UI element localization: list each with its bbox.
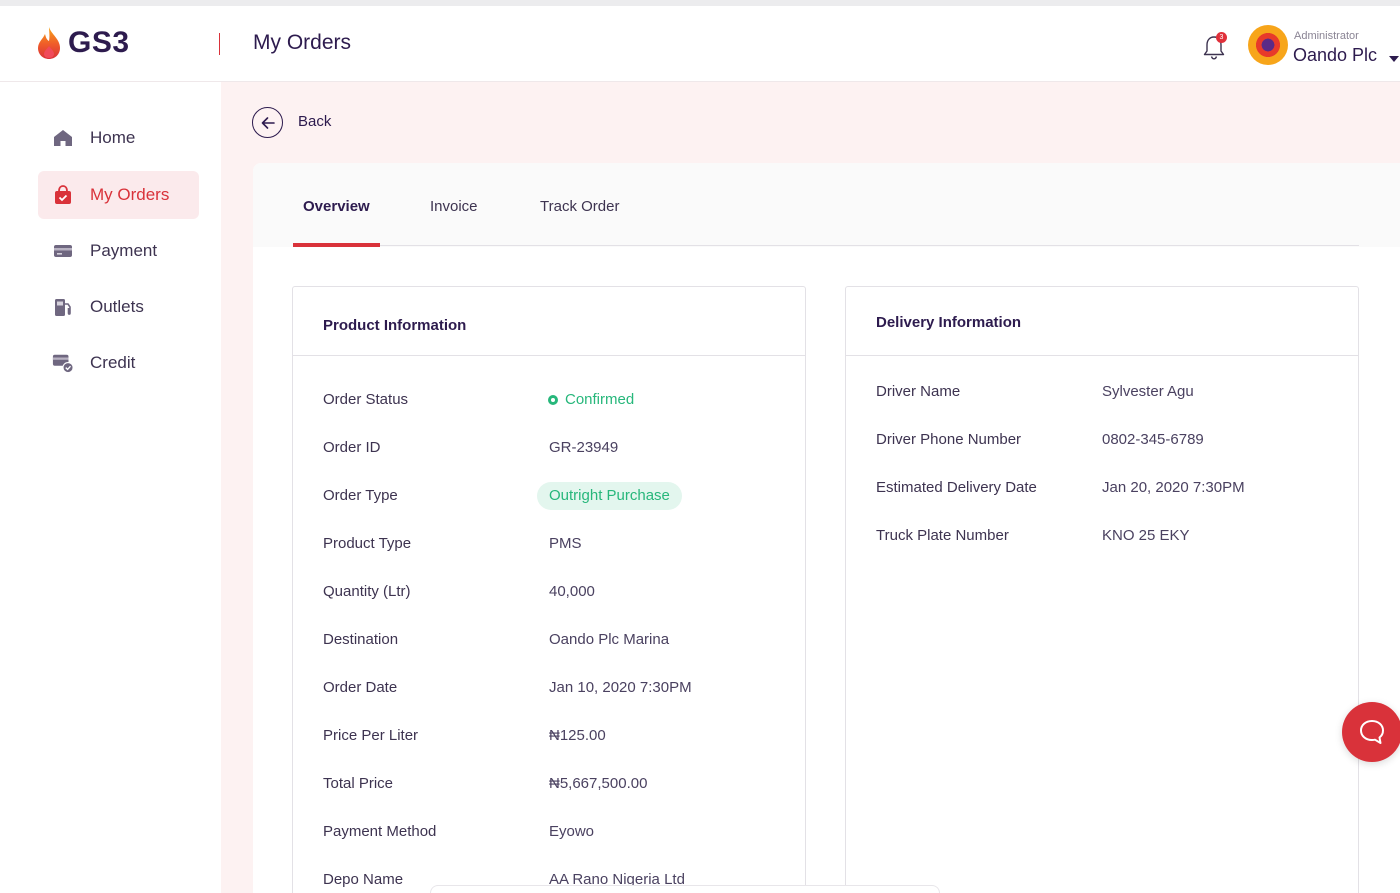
status-badge: Confirmed: [548, 391, 634, 408]
driver-name-value: Sylvester Agu: [1102, 383, 1194, 400]
chevron-down-icon[interactable]: [1389, 56, 1399, 62]
sidebar-item-home[interactable]: Home: [38, 114, 199, 162]
panel-header: Product Information: [293, 287, 805, 356]
credit-card-icon: [52, 240, 74, 262]
sidebar-item-label: My Orders: [90, 185, 170, 204]
panel-title: Product Information: [323, 317, 467, 334]
user-role: Administrator: [1294, 30, 1359, 42]
fuel-pump-icon: [52, 296, 74, 318]
tab-invoice[interactable]: Invoice: [430, 198, 478, 215]
sidebar-item-credit[interactable]: Credit: [38, 339, 199, 387]
page-title: My Orders: [253, 31, 352, 54]
total-price-label: Total Price: [323, 775, 394, 792]
chat-button[interactable]: [1342, 702, 1400, 762]
sidebar-item-my-orders[interactable]: My Orders: [38, 171, 199, 219]
home-icon: [52, 127, 74, 149]
active-tab-indicator: [293, 243, 380, 247]
arrow-left-icon: [261, 116, 275, 129]
payment-method-label: Payment Method: [323, 823, 437, 840]
order-id-value: GR-23949: [549, 439, 619, 456]
chat-bubble-icon: [1360, 720, 1384, 744]
depo-name-label: Depo Name: [323, 871, 404, 888]
product-type-value: PMS: [549, 535, 582, 552]
truck-plate-label: Truck Plate Number: [876, 527, 1009, 544]
sidebar-item-label: Outlets: [90, 297, 144, 316]
app-logo[interactable]: GS3: [36, 26, 130, 60]
truck-plate-value: KNO 25 EKY: [1102, 527, 1190, 544]
quantity-label: Quantity (Ltr): [323, 583, 411, 600]
user-name[interactable]: Oando Plc: [1293, 45, 1377, 66]
quantity-value: 40,000: [549, 583, 595, 600]
payment-method-value: Eyowo: [549, 823, 595, 840]
price-per-liter-value: ₦125.00: [549, 727, 606, 744]
sidebar-item-outlets[interactable]: Outlets: [38, 283, 199, 331]
price-per-liter-label: Price Per Liter: [323, 727, 419, 744]
estimated-delivery-value: Jan 20, 2020 7:30PM: [1102, 479, 1245, 496]
sidebar-item-label: Payment: [90, 241, 158, 260]
driver-phone-label: Driver Phone Number: [876, 431, 1022, 448]
product-type-label: Product Type: [323, 535, 412, 552]
tabs-divider: [293, 245, 1359, 246]
bottom-overlay-edge: [430, 885, 940, 893]
card-check-icon: [52, 352, 74, 374]
sidebar-item-label: Home: [90, 128, 136, 147]
avatar[interactable]: [1248, 25, 1288, 65]
top-header: GS3 My Orders 3 Administrator Oando Plc: [0, 6, 1400, 82]
header-divider: [219, 33, 220, 55]
driver-phone-value: 0802-345-6789: [1102, 431, 1204, 448]
status-dot-icon: [548, 394, 558, 405]
tabs-bar: [253, 163, 1400, 247]
order-status-label: Order Status: [323, 391, 409, 408]
panel-header: Delivery Information: [846, 287, 1358, 356]
tab-track-order[interactable]: Track Order: [540, 198, 619, 215]
order-id-label: Order ID: [323, 439, 381, 456]
order-date-label: Order Date: [323, 679, 398, 696]
destination-value: Oando Plc Marina: [549, 631, 670, 648]
logo-text: GS3: [68, 26, 130, 59]
estimated-delivery-label: Estimated Delivery Date: [876, 479, 1037, 496]
status-text: Confirmed: [565, 391, 635, 408]
notification-badge: 3: [1216, 32, 1227, 43]
delivery-information-panel: Delivery Information: [845, 286, 1359, 893]
shopping-bag-icon: [52, 184, 74, 206]
sidebar-item-label: Credit: [90, 353, 136, 372]
order-type-label: Order Type: [323, 487, 398, 504]
panel-title: Delivery Information: [876, 314, 1022, 331]
driver-name-label: Driver Name: [876, 383, 961, 400]
order-date-value: Jan 10, 2020 7:30PM: [549, 679, 692, 696]
total-price-value: ₦5,667,500.00: [549, 775, 648, 792]
tab-overview[interactable]: Overview: [303, 198, 370, 215]
sidebar: Home My Orders Payment Outlets Credit: [0, 82, 221, 893]
sidebar-item-payment[interactable]: Payment: [38, 227, 199, 275]
order-type-pill: Outright Purchase: [537, 482, 682, 510]
destination-label: Destination: [323, 631, 399, 648]
back-button[interactable]: [252, 107, 283, 138]
flame-logo-icon: [38, 27, 60, 59]
back-label[interactable]: Back: [298, 113, 331, 130]
